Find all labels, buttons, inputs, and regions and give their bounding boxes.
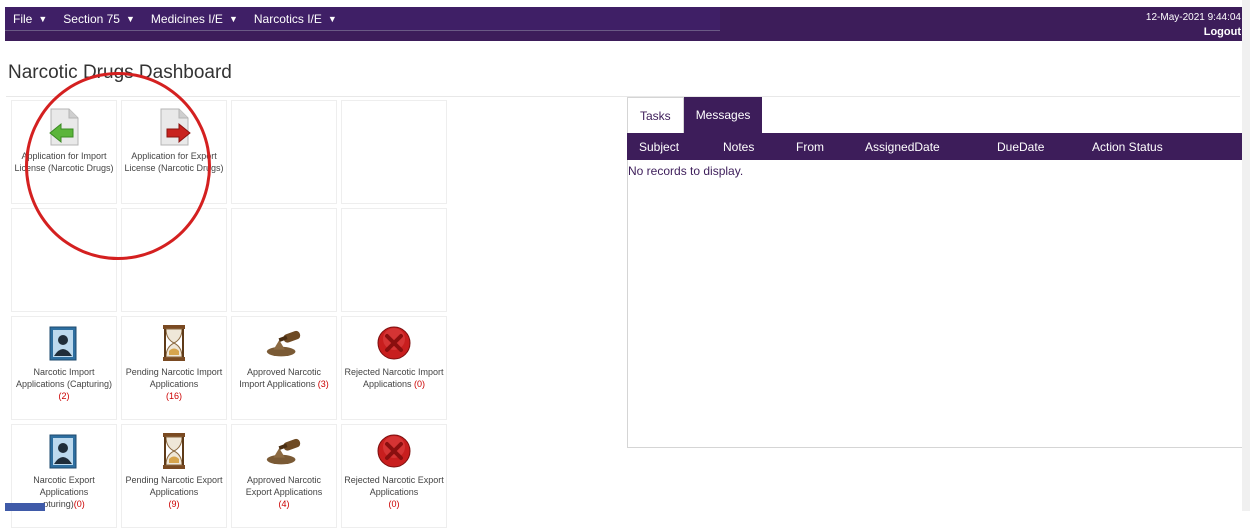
tile-empty [11,208,117,312]
count-badge: (16) [165,391,182,401]
column-action-status[interactable]: Action Status [1092,140,1163,154]
top-bar: File ▼ Section 75 ▼ Medicines I/E ▼ Narcoti… [5,7,1243,41]
tile-export-approved[interactable]: Approved Narcotic Export Applications (4) [231,424,337,528]
tab-tasks[interactable]: Tasks [627,97,684,133]
tile-label: Application for Import License (Narcotic… [14,151,114,173]
contact-card-icon [44,431,84,471]
dashboard-tiles: Application for Import License (Narcotic… [11,100,447,528]
tile-label: Application for Export License (Narcotic… [124,151,224,173]
menu-file[interactable]: File ▼ [5,7,55,31]
contact-card-icon [44,323,84,363]
column-due-date[interactable]: DueDate [997,140,1044,154]
tile-import-pending[interactable]: Pending Narcotic Import Applications (16) [121,316,227,420]
tile-label: Approved Narcotic Import Applications (3… [239,367,329,389]
import-document-icon [44,107,84,147]
count-badge: (3) [317,379,329,389]
tile-empty [341,208,447,312]
hourglass-icon [154,431,194,471]
tile-label: Narcotic Import Applications (Capturing)… [15,367,113,401]
column-from[interactable]: From [796,140,824,154]
menu-section-75[interactable]: Section 75 ▼ [55,7,143,31]
count-badge: (9) [168,499,180,509]
empty-grid-message: No records to display. [628,164,744,178]
logout-link[interactable]: Logout [1204,26,1241,38]
menu-narcotics-ie[interactable]: Narcotics I/E ▼ [246,7,345,31]
grid-header: Subject Notes From AssignedDate DueDate … [627,133,1247,160]
tile-import-approved[interactable]: Approved Narcotic Import Applications (3… [231,316,337,420]
count-badge: (0) [73,499,85,509]
count-badge: (0) [414,379,426,389]
current-datetime: 12-May-2021 9:44:04 [1145,12,1241,23]
caret-down-icon: ▼ [38,13,48,24]
tile-empty [121,208,227,312]
caret-down-icon: ▼ [125,13,135,24]
tile-export-rejected[interactable]: Rejected Narcotic Export Applications (0) [341,424,447,528]
tile-label: Rejected Narcotic Import Applications (0… [344,367,444,389]
tile-empty [231,100,337,204]
stamp-icon [264,323,304,363]
tile-import-license[interactable]: Application for Import License (Narcotic… [11,100,117,204]
bottom-left-tab[interactable] [5,503,45,511]
stamp-icon [264,431,304,471]
main-menu: File ▼ Section 75 ▼ Medicines I/E ▼ Narcoti… [5,7,720,31]
tile-export-pending[interactable]: Pending Narcotic Export Applications (9) [121,424,227,528]
count-badge: (0) [388,499,400,509]
page-scrollbar[interactable] [1242,0,1250,511]
menu-medicines-ie[interactable]: Medicines I/E ▼ [143,7,246,31]
tile-empty [231,208,337,312]
export-document-icon [154,107,194,147]
column-notes[interactable]: Notes [723,140,754,154]
reject-icon [374,323,414,363]
column-assigned-date[interactable]: AssignedDate [865,140,940,154]
panel-tabs: Tasks Messages [627,97,763,133]
caret-down-icon: ▼ [228,13,238,24]
tile-label: Approved Narcotic Export Applications (4) [245,475,323,509]
page-title: Narcotic Drugs Dashboard [8,62,232,83]
hourglass-icon [154,323,194,363]
tile-empty [341,100,447,204]
count-badge: (4) [278,499,290,509]
count-badge: (2) [58,391,70,401]
tile-label: Pending Narcotic Export Applications (9) [125,475,223,509]
tile-label: Pending Narcotic Import Applications (16) [125,367,223,401]
tile-export-license[interactable]: Application for Export License (Narcotic… [121,100,227,204]
tile-label: Rejected Narcotic Export Applications (0) [344,475,444,509]
tile-import-capturing[interactable]: Narcotic Import Applications (Capturing)… [11,316,117,420]
tab-messages[interactable]: Messages [683,97,763,133]
column-subject[interactable]: Subject [639,140,679,154]
tile-export-capturing[interactable]: Narcotic Export Applications pturing)(0) [11,424,117,528]
reject-icon [374,431,414,471]
caret-down-icon: ▼ [327,13,337,24]
tile-import-rejected[interactable]: Rejected Narcotic Import Applications (0… [341,316,447,420]
